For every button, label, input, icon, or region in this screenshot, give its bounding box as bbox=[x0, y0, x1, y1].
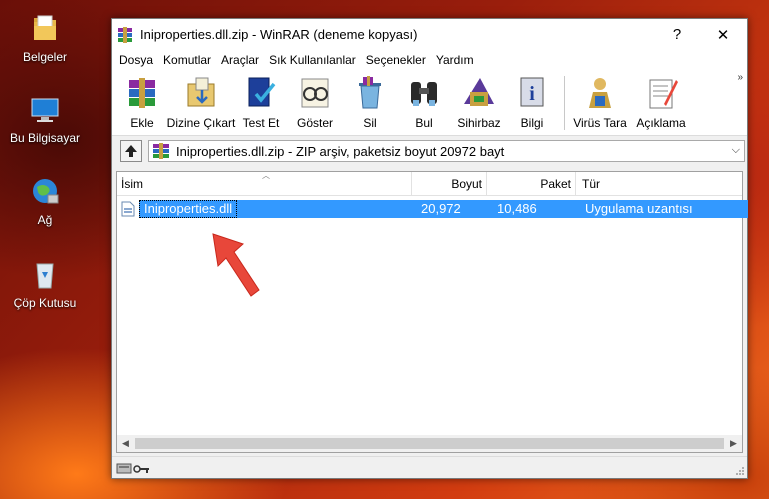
add-icon bbox=[129, 78, 155, 108]
desktop-icon-network[interactable]: Ağ bbox=[2, 175, 88, 227]
toolbar-label: Bilgi bbox=[520, 116, 544, 130]
chevron-down-icon[interactable]: ⌵ bbox=[732, 144, 740, 157]
recycle-bin-icon bbox=[36, 263, 54, 289]
zip-archive-icon bbox=[153, 143, 169, 159]
computer-icon bbox=[31, 98, 59, 122]
drive-key-icon bbox=[116, 463, 149, 473]
desktop-icon-label: Ağ bbox=[37, 213, 53, 227]
annotation-arrow-icon bbox=[212, 233, 260, 297]
winrar-window: Iniproperties.dll.zip - WinRAR (deneme k… bbox=[111, 18, 748, 479]
file-type-cell: Uygulama uzantısı bbox=[585, 201, 693, 216]
toolbar-label: Sihirbaz bbox=[457, 116, 501, 130]
archive-path-text: Iniproperties.dll.zip - ZIP arşiv, paket… bbox=[176, 143, 505, 159]
toolbar-label: Göster bbox=[296, 116, 333, 130]
column-header-label: İsim bbox=[121, 177, 143, 191]
extract-to-icon bbox=[187, 77, 215, 107]
toolbar-label: Test Et bbox=[242, 116, 280, 130]
desktop-icon-label: Bu Bilgisayar bbox=[9, 131, 81, 145]
toolbar-view-button[interactable]: Göster bbox=[286, 70, 344, 136]
toolbar-separator bbox=[564, 76, 565, 130]
toolbar-delete-button[interactable]: Sil bbox=[344, 70, 396, 136]
toolbar-add-button[interactable]: Ekle bbox=[118, 70, 166, 136]
toolbar-label: Dizine Çıkart bbox=[166, 116, 236, 130]
toolbar-virus-scan-button[interactable]: Virüs Tara bbox=[571, 70, 629, 136]
wizard-icon bbox=[464, 78, 494, 106]
up-folder-button[interactable] bbox=[120, 140, 142, 162]
menu-tools[interactable]: Araçlar bbox=[216, 53, 264, 67]
info-icon: i bbox=[520, 77, 544, 107]
close-button[interactable]: ✕ bbox=[700, 19, 746, 50]
column-header-packed[interactable]: Paket bbox=[487, 172, 576, 196]
horizontal-scrollbar[interactable]: ◀ ▶ bbox=[117, 435, 742, 452]
archive-path-combobox[interactable]: Iniproperties.dll.zip - ZIP arşiv, paket… bbox=[148, 140, 745, 162]
toolbar-overflow-icon[interactable]: » bbox=[737, 72, 743, 83]
toolbar-wizard-button[interactable]: Sihirbaz bbox=[452, 70, 506, 136]
desktop-icon-this-pc[interactable]: Bu Bilgisayar bbox=[2, 93, 88, 145]
winrar-app-icon bbox=[118, 26, 132, 43]
status-bar bbox=[112, 456, 747, 478]
toolbar-label: Bul bbox=[415, 116, 433, 130]
help-button[interactable]: ? bbox=[654, 19, 700, 50]
window-title: Iniproperties.dll.zip - WinRAR (deneme k… bbox=[140, 27, 418, 42]
toolbar-find-button[interactable]: Bul bbox=[396, 70, 452, 136]
desktop-icon-label: Çöp Kutusu bbox=[13, 296, 77, 310]
menu-options[interactable]: Seçenekler bbox=[361, 53, 431, 67]
comment-icon bbox=[649, 79, 678, 109]
table-row[interactable]: Iniproperties.dll 20,972 10,486 Uygulama… bbox=[121, 199, 748, 218]
menu-help[interactable]: Yardım bbox=[431, 53, 479, 67]
toolbar-label: Sil bbox=[363, 116, 377, 130]
column-header-label: Paket bbox=[540, 177, 571, 191]
test-icon bbox=[248, 77, 276, 107]
desktop-icon-label: Belgeler bbox=[22, 50, 68, 64]
column-header-type[interactable]: Tür bbox=[576, 172, 739, 196]
menu-commands[interactable]: Komutlar bbox=[158, 53, 216, 67]
desktop-icon-documents[interactable]: Belgeler bbox=[2, 12, 88, 64]
menu-bar: Dosya Komutlar Araçlar Sık Kullanılanlar… bbox=[112, 50, 747, 70]
virus-scan-icon bbox=[589, 78, 611, 108]
network-globe-icon bbox=[33, 179, 59, 204]
toolbar-comment-button[interactable]: Açıklama bbox=[629, 70, 693, 136]
find-icon bbox=[411, 82, 437, 106]
dll-file-icon bbox=[121, 201, 135, 216]
file-list-header: ︿ İsim Boyut Paket Tür bbox=[117, 171, 742, 196]
up-arrow-icon bbox=[125, 145, 137, 157]
column-header-size[interactable]: Boyut bbox=[412, 172, 487, 196]
column-header-name[interactable]: ︿ İsim bbox=[117, 171, 412, 196]
file-size-cell: 20,972 bbox=[421, 201, 461, 216]
desktop-icon-recycle-bin[interactable]: Çöp Kutusu bbox=[2, 258, 88, 310]
toolbar-label: Virüs Tara bbox=[573, 116, 627, 130]
toolbar-label: Ekle bbox=[130, 116, 154, 130]
menu-file[interactable]: Dosya bbox=[114, 53, 158, 67]
file-list: ︿ İsim Boyut Paket Tür Iniproperties.dll… bbox=[116, 171, 748, 453]
toolbar-label: Açıklama bbox=[636, 116, 686, 130]
column-header-label: Boyut bbox=[451, 177, 482, 191]
svg-text:i: i bbox=[529, 83, 535, 105]
toolbar-extract-button[interactable]: Dizine Çıkart bbox=[166, 70, 236, 136]
scroll-left-icon[interactable]: ◀ bbox=[117, 435, 134, 452]
toolbar: Ekle Dizine Çıkart Test Et Göster Sil Bu… bbox=[112, 70, 747, 136]
column-header-label: Tür bbox=[582, 177, 600, 191]
delete-icon bbox=[359, 76, 381, 109]
toolbar-test-button[interactable]: Test Et bbox=[236, 70, 286, 136]
menu-favorites[interactable]: Sık Kullanılanlar bbox=[264, 53, 361, 67]
scrollbar-thumb[interactable] bbox=[135, 438, 724, 449]
scroll-right-icon[interactable]: ▶ bbox=[725, 435, 742, 452]
file-packed-cell: 10,486 bbox=[497, 201, 537, 216]
view-icon bbox=[301, 78, 329, 108]
sort-ascending-icon: ︿ bbox=[262, 171, 270, 180]
toolbar-info-button[interactable]: i Bilgi bbox=[506, 70, 558, 136]
address-bar: Iniproperties.dll.zip - ZIP arşiv, paket… bbox=[112, 136, 747, 166]
documents-folder-icon bbox=[34, 15, 56, 40]
resize-grip-icon[interactable] bbox=[735, 466, 745, 476]
title-bar[interactable]: Iniproperties.dll.zip - WinRAR (deneme k… bbox=[112, 19, 747, 50]
file-name-cell: Iniproperties.dll bbox=[139, 199, 238, 218]
